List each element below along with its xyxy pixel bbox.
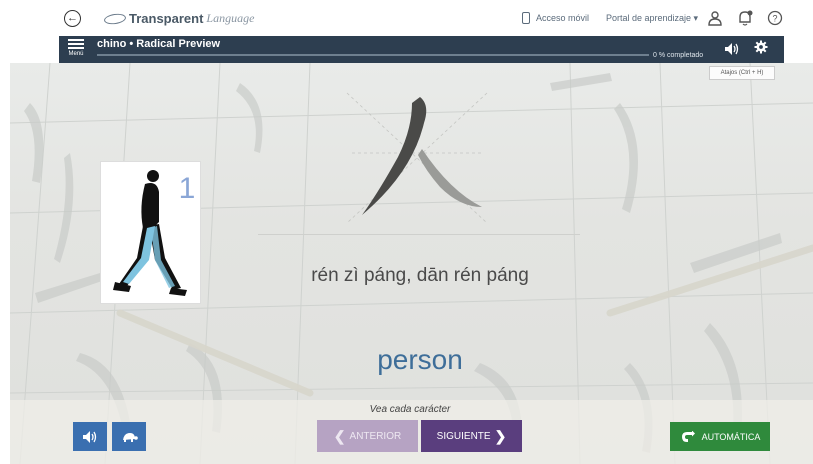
logo-text: Transparent (129, 11, 204, 26)
automatic-button[interactable]: AUTOMÁTICA (670, 422, 770, 451)
page-title: chino • Radical Preview (97, 38, 221, 50)
turtle-icon (123, 432, 138, 442)
previous-label: ANTERIOR (349, 430, 402, 442)
phone-icon (522, 12, 530, 24)
course-header: Menú chino • Radical Preview 0 % complet… (59, 36, 784, 63)
user-icon[interactable] (706, 9, 724, 27)
pinyin-text: rén zì páng, dān rén páng (311, 265, 529, 286)
logo[interactable]: Transparent Language (103, 11, 255, 26)
menu-icon-bar (68, 43, 84, 45)
instruction-text: Vea cada carácter (369, 404, 451, 415)
meaning-text: person (377, 344, 463, 375)
help-icon[interactable]: ? (766, 9, 784, 27)
character-display (332, 83, 502, 233)
menu-icon (68, 39, 84, 41)
logo-subtext: Language (206, 11, 255, 25)
mobile-access-link[interactable]: Acceso móvil (522, 12, 589, 24)
bell-icon[interactable] (736, 9, 754, 27)
mnemonic-picture[interactable]: 1 (100, 161, 201, 304)
previous-button[interactable]: ❮ ANTERIOR (317, 420, 418, 452)
chinese-character: 人 (580, 83, 581, 84)
shortcuts-button[interactable]: Atajos (Ctrl + H) (709, 66, 775, 80)
picture-number: 1 (179, 172, 196, 205)
top-bar: ← Transparent Language Acceso móvil Port… (0, 0, 813, 36)
repeat-icon (681, 430, 695, 442)
automatic-label: AUTOMÁTICA (701, 431, 761, 442)
gear-icon[interactable] (754, 40, 768, 57)
menu-label: Menú (68, 51, 84, 57)
walking-person-image: 1 (113, 170, 196, 296)
slow-audio-button[interactable] (112, 422, 146, 451)
menu-button[interactable]: Menú (65, 39, 87, 57)
next-label: SIGUIENTE (436, 430, 491, 442)
learning-portal-dropdown[interactable]: Portal de aprendizaje ▾ (606, 13, 698, 24)
menu-icon-bar (68, 47, 84, 49)
progress-label: 0 % completado (653, 52, 704, 59)
logo-mark (103, 12, 127, 25)
divider (258, 234, 580, 235)
next-button[interactable]: SIGUIENTE ❯ (421, 420, 522, 452)
chevron-right-icon: ❯ (494, 427, 507, 444)
back-icon[interactable]: ← (64, 10, 81, 27)
svg-text:?: ? (772, 14, 777, 24)
chevron-left-icon: ❮ (333, 427, 346, 444)
speaker-icon[interactable] (724, 42, 740, 59)
play-audio-button[interactable] (73, 422, 107, 451)
speaker-icon (83, 430, 97, 443)
top-icons: ? (706, 9, 784, 27)
character-guide-grid (346, 92, 488, 224)
progress-bar (97, 54, 649, 56)
mobile-access-label: Acceso móvil (536, 13, 590, 23)
